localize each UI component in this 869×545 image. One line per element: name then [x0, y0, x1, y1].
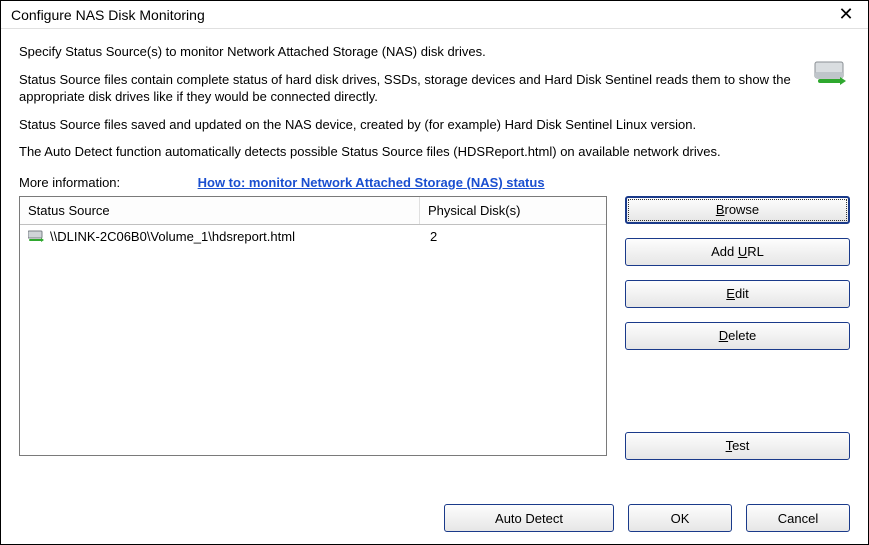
- close-icon: ✕: [838, 4, 853, 25]
- cancel-button[interactable]: Cancel: [746, 504, 850, 532]
- howto-link[interactable]: How to: monitor Network Attached Storage…: [198, 175, 545, 190]
- row-disks: 2: [428, 229, 598, 244]
- more-info-row: More information: How to: monitor Networ…: [19, 175, 850, 190]
- description-block: Specify Status Source(s) to monitor Netw…: [1, 29, 868, 190]
- browse-button[interactable]: Browse: [625, 196, 850, 224]
- status-source-list[interactable]: Status Source Physical Disk(s) \\DLINK-2…: [19, 196, 607, 456]
- column-header-status-source[interactable]: Status Source: [20, 197, 420, 224]
- description-line-1: Specify Status Source(s) to monitor Netw…: [19, 43, 809, 61]
- nas-device-icon: [814, 61, 846, 87]
- description-line-3: Status Source files saved and updated on…: [19, 116, 809, 134]
- description-line-2: Status Source files contain complete sta…: [19, 71, 809, 106]
- list-header: Status Source Physical Disk(s): [20, 197, 606, 225]
- side-button-column: Browse Add URL Edit Delete Test: [625, 196, 850, 460]
- list-item[interactable]: \\DLINK-2C06B0\Volume_1\hdsreport.html 2: [20, 225, 606, 248]
- description-line-4: The Auto Detect function automatically d…: [19, 143, 809, 161]
- window-title: Configure NAS Disk Monitoring: [11, 7, 205, 23]
- ok-button[interactable]: OK: [628, 504, 732, 532]
- bottom-button-bar: Auto Detect OK Cancel: [444, 504, 850, 532]
- column-header-physical-disks[interactable]: Physical Disk(s): [420, 197, 606, 224]
- more-info-label: More information:: [19, 175, 194, 190]
- row-path: \\DLINK-2C06B0\Volume_1\hdsreport.html: [50, 229, 295, 244]
- close-button[interactable]: ✕: [828, 2, 864, 28]
- nas-row-icon: [28, 230, 44, 242]
- test-button[interactable]: Test: [625, 432, 850, 460]
- auto-detect-button[interactable]: Auto Detect: [444, 504, 614, 532]
- add-url-button[interactable]: Add URL: [625, 238, 850, 266]
- edit-button[interactable]: Edit: [625, 280, 850, 308]
- delete-button[interactable]: Delete: [625, 322, 850, 350]
- titlebar: Configure NAS Disk Monitoring ✕: [1, 1, 868, 29]
